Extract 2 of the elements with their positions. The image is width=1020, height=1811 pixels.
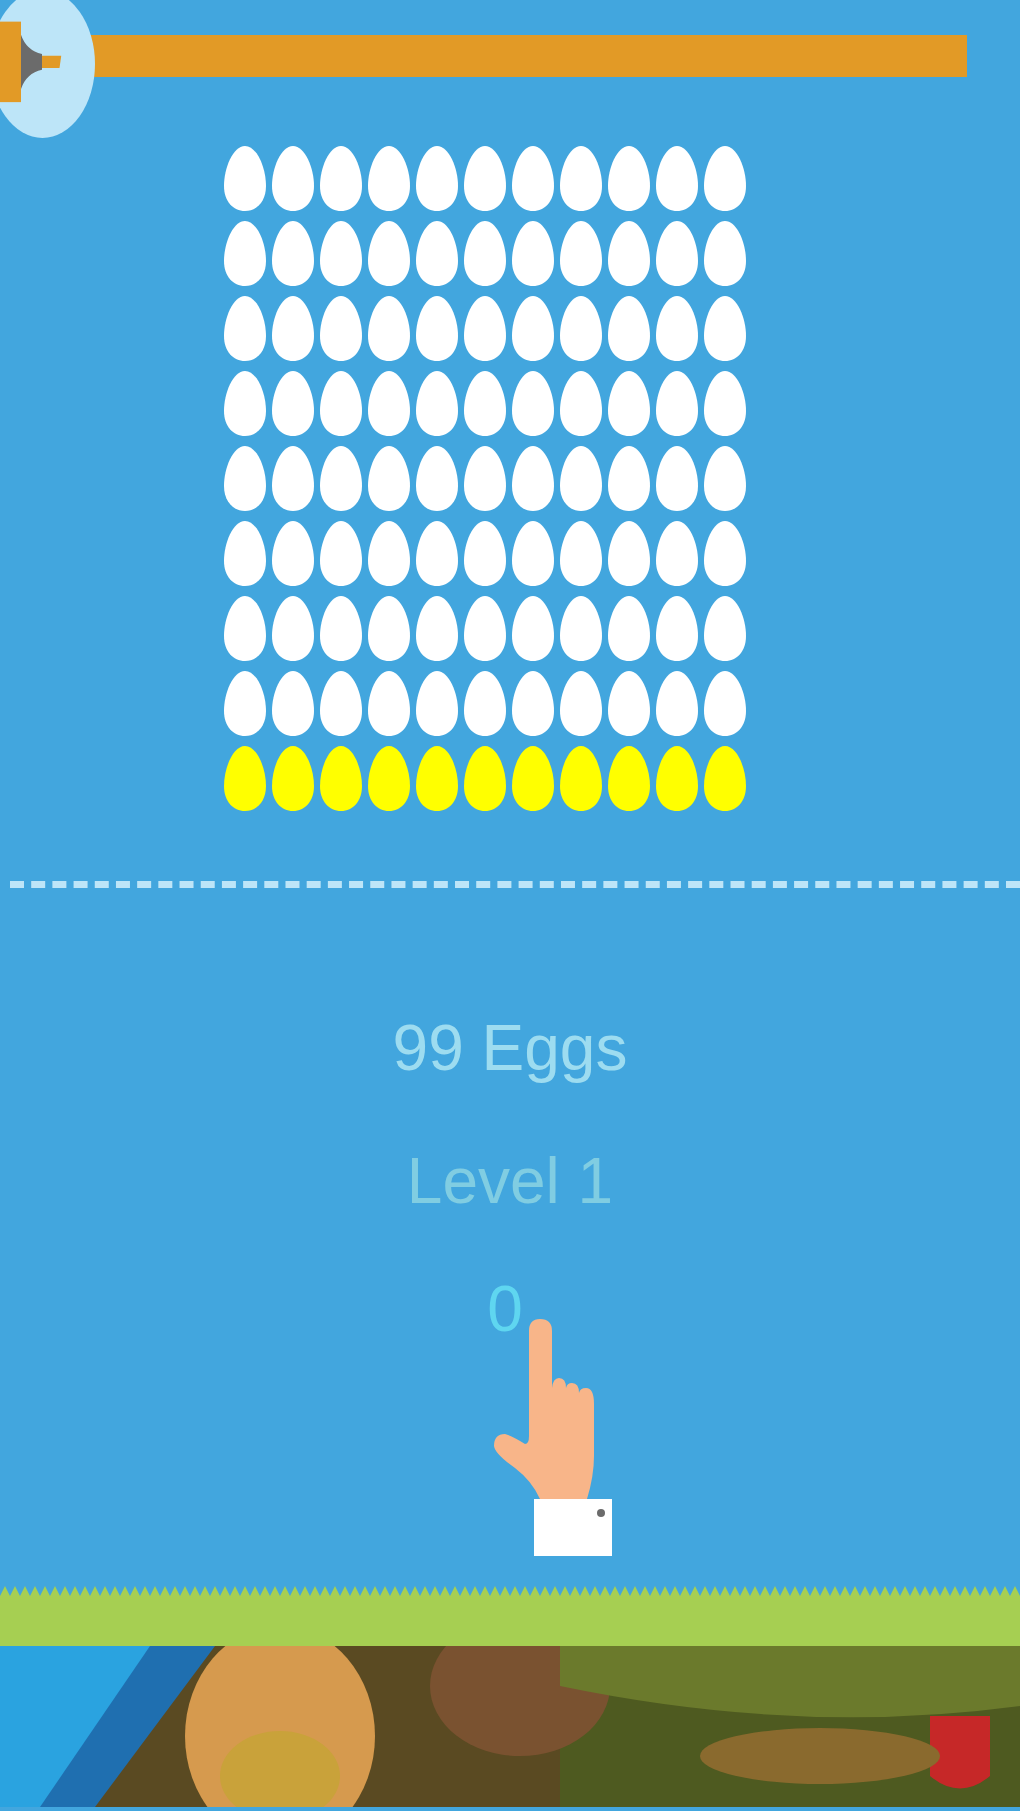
level-label: Level 1 <box>406 1144 614 1219</box>
eggs-count: 99 Eggs <box>392 1011 628 1086</box>
